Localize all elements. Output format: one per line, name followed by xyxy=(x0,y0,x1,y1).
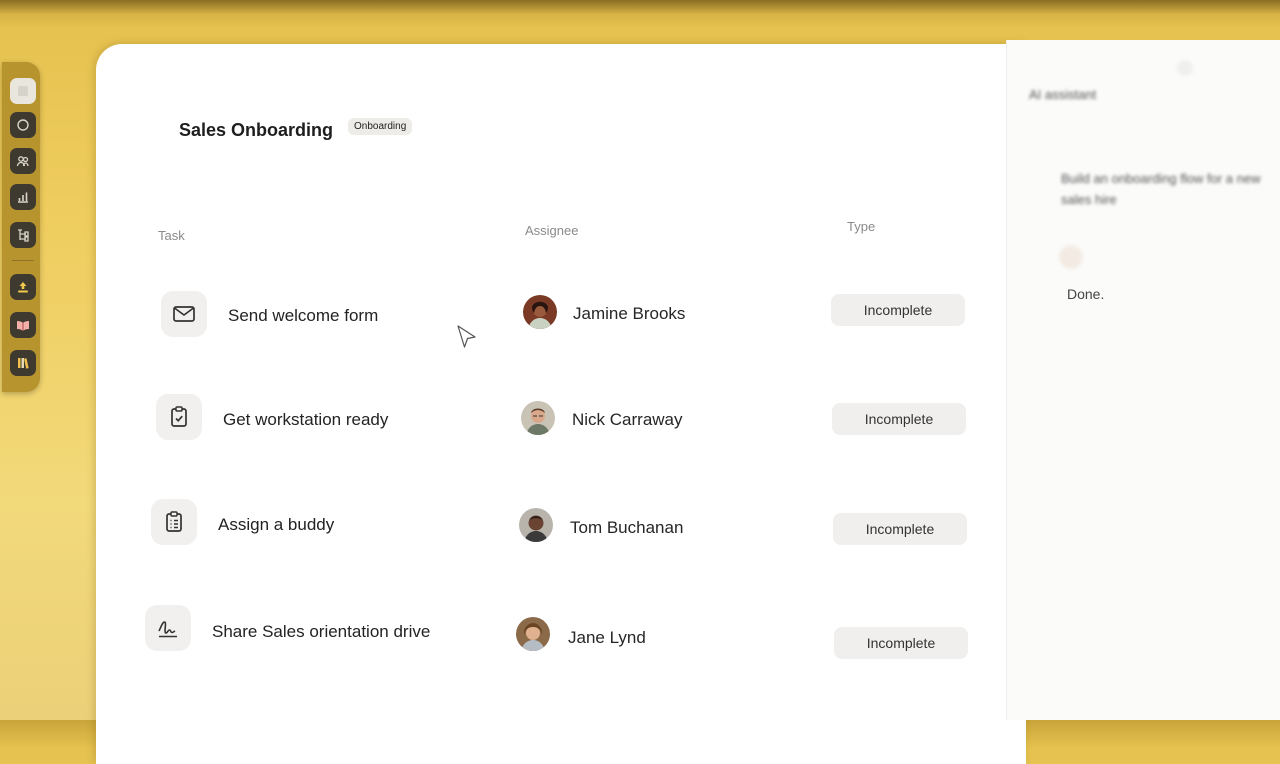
user-message: Build an onboarding flow for a new sales… xyxy=(1061,171,1261,207)
column-header-assignee: Assignee xyxy=(525,223,579,238)
avatar xyxy=(519,508,553,542)
assignee-name: Nick Carraway xyxy=(572,410,683,429)
chart-icon[interactable] xyxy=(10,184,36,210)
task-label: Send welcome form xyxy=(228,306,379,325)
main-card: Sales Onboarding Onboarding Task Assigne… xyxy=(96,44,1026,764)
sidebar-rail xyxy=(2,62,40,392)
globe-icon[interactable] xyxy=(10,112,36,138)
envelope-icon xyxy=(161,291,207,337)
org-icon[interactable] xyxy=(10,222,36,248)
column-header-task: Task xyxy=(158,228,185,243)
page-title: Sales Onboarding xyxy=(179,120,334,140)
avatar xyxy=(516,617,550,651)
close-icon[interactable] xyxy=(1177,60,1193,76)
clipboard-list-icon xyxy=(151,499,197,545)
task-label: Get workstation ready xyxy=(223,410,389,429)
assistant-reply: Done. xyxy=(1067,286,1105,302)
assignee-name: Jamine Brooks xyxy=(573,304,686,323)
avatar xyxy=(523,295,557,329)
status-badge[interactable]: Incomplete xyxy=(834,627,968,659)
home-icon[interactable] xyxy=(10,78,36,104)
assignee-name: Tom Buchanan xyxy=(570,518,684,537)
assistant-title: AI assistant xyxy=(1029,87,1097,102)
upload-icon[interactable] xyxy=(10,274,36,300)
assignee-name: Jane Lynd xyxy=(568,628,646,647)
status-badge[interactable]: Incomplete xyxy=(833,513,967,545)
task-label: Assign a buddy xyxy=(218,515,335,534)
status-badge[interactable]: Incomplete xyxy=(831,294,965,326)
assistant-panel: AI assistant Build an onboarding flow fo… xyxy=(1006,40,1280,720)
status-badge[interactable]: Incomplete xyxy=(832,403,966,435)
rail-divider xyxy=(12,260,34,261)
assistant-avatar-icon xyxy=(1059,245,1083,269)
mouse-cursor-icon xyxy=(457,325,476,348)
avatar xyxy=(521,401,555,435)
top-shadow xyxy=(0,0,1280,14)
task-label: Share Sales orientation drive xyxy=(212,622,431,641)
clipboard-check-icon xyxy=(156,394,202,440)
book-icon[interactable] xyxy=(10,312,36,338)
signature-icon xyxy=(145,605,191,651)
team-icon[interactable] xyxy=(10,148,36,174)
category-badge[interactable]: Onboarding xyxy=(348,118,413,135)
library-icon[interactable] xyxy=(10,350,36,376)
column-header-type: Type xyxy=(847,219,876,234)
